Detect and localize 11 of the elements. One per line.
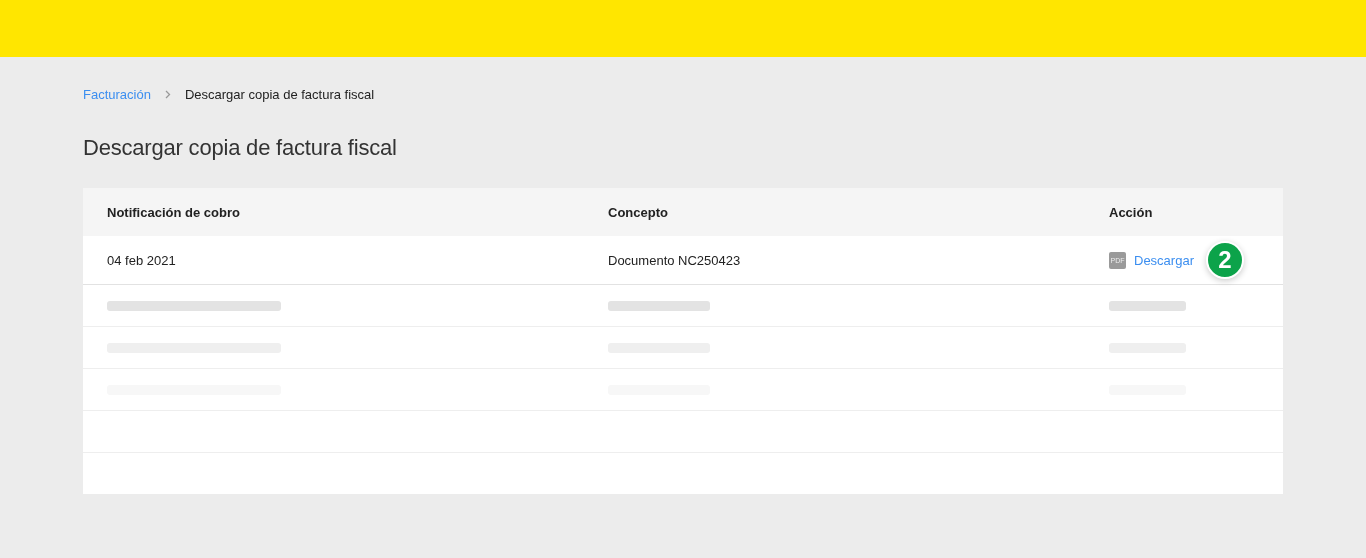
breadcrumb-current: Descargar copia de factura fiscal: [184, 87, 375, 102]
chevron-icon: [164, 90, 171, 99]
column-header: Concepto: [607, 204, 669, 220]
table-cell-text: 04 feb 2021: [106, 252, 177, 268]
table-cell-text: Documento NC250423: [607, 252, 742, 268]
page-title: Descargar copia de factura fiscal: [83, 134, 398, 162]
step-badge: 2: [1205, 241, 1244, 279]
column-header: Notificación de cobro: [106, 204, 241, 220]
column-header: Acción: [1108, 204, 1154, 220]
breadcrumb-link[interactable]: Facturación: [83, 87, 151, 102]
download-link[interactable]: Descargar: [1134, 252, 1194, 268]
